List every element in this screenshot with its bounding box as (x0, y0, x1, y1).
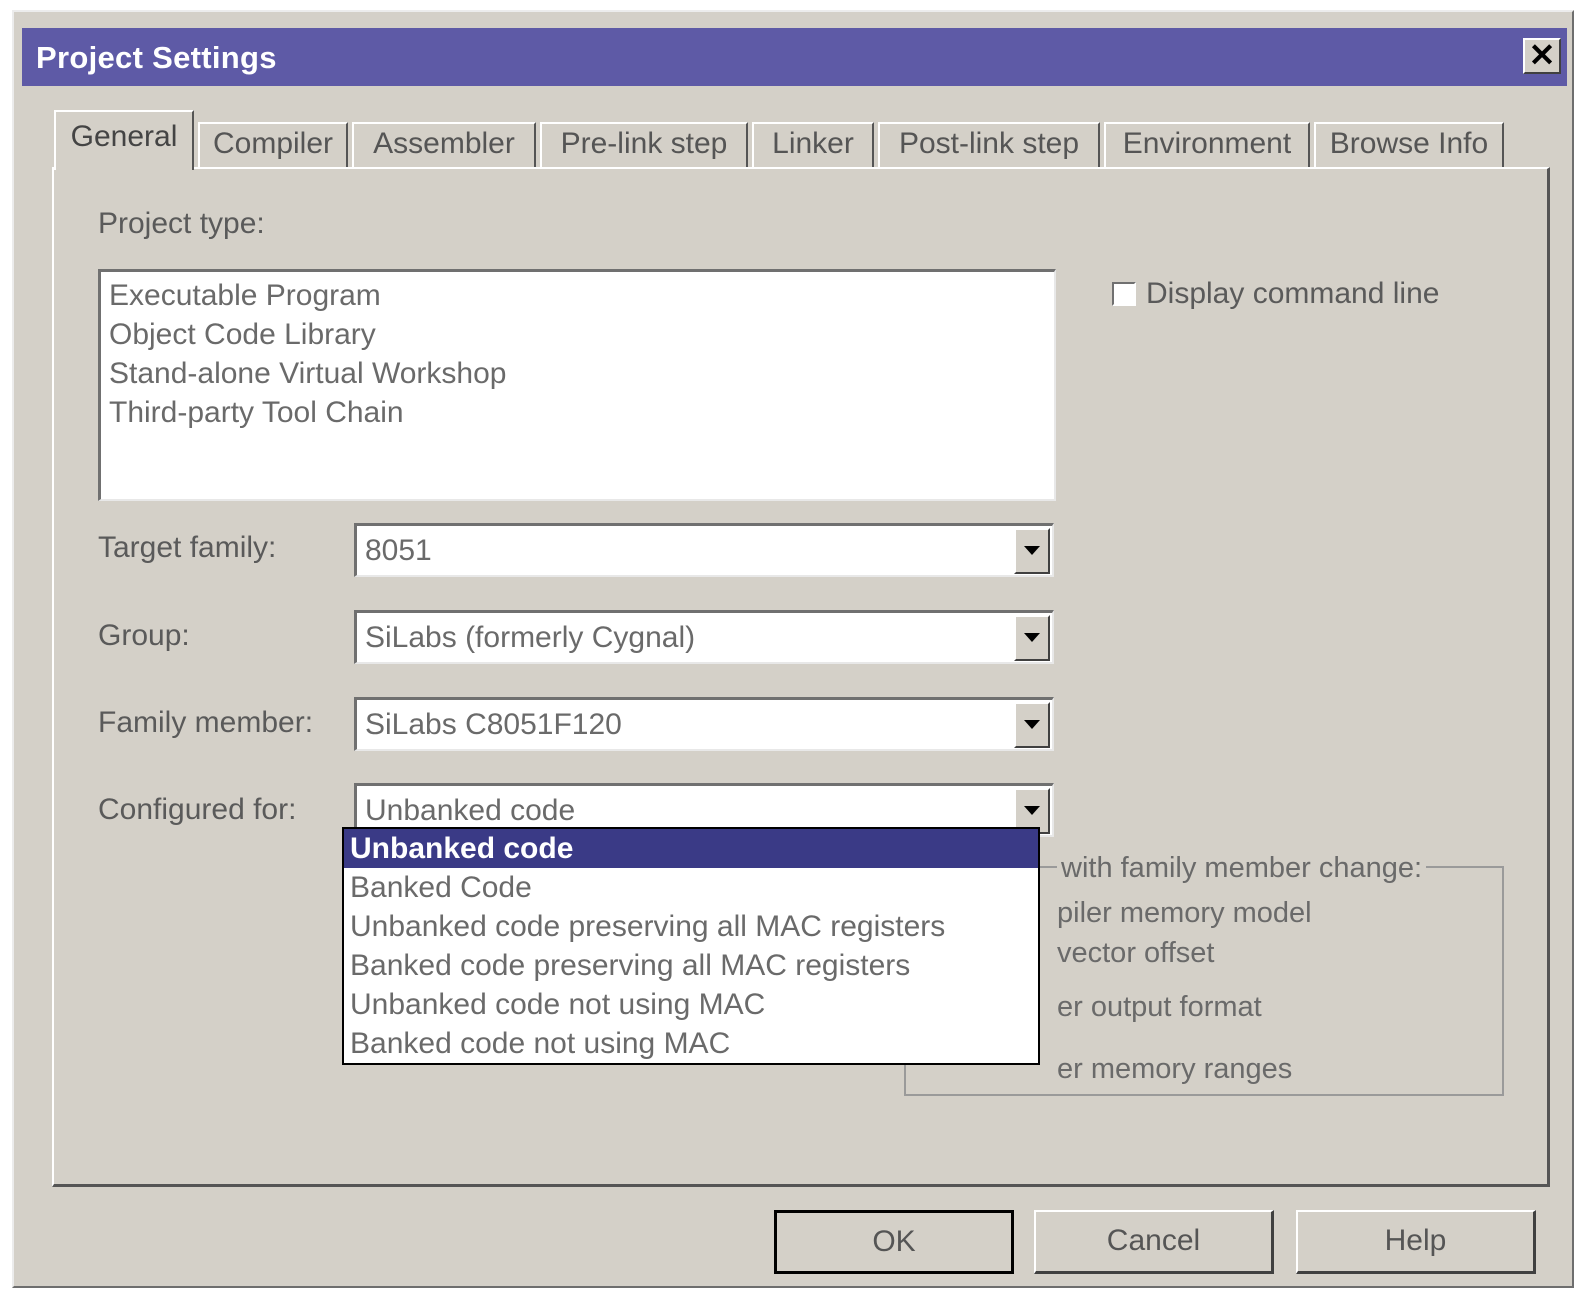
chevron-down-icon (1024, 806, 1040, 815)
list-item[interactable]: Stand-alone Virtual Workshop (109, 354, 1046, 393)
dropdown-option[interactable]: Banked Code (344, 868, 1038, 907)
group-option-output-format[interactable]: er output format (1057, 991, 1262, 1024)
dropdown-option[interactable]: Banked code preserving all MAC registers (344, 946, 1038, 985)
display-command-line-label[interactable]: Display command line (1146, 277, 1439, 311)
close-icon: ✕ (1528, 37, 1556, 73)
cancel-button[interactable]: Cancel (1034, 1210, 1274, 1274)
project-type-label: Project type: (98, 207, 265, 240)
tab-general[interactable]: General (54, 110, 194, 170)
group-option-vector-offset[interactable]: vector offset (1057, 937, 1214, 970)
family-member-value: SiLabs C8051F120 (365, 708, 622, 741)
dropdown-option-selected[interactable]: Unbanked code (344, 829, 1038, 868)
family-member-select[interactable]: SiLabs C8051F120 (354, 697, 1054, 751)
tab-browse-info[interactable]: Browse Info (1314, 122, 1504, 168)
configured-for-value: Unbanked code (365, 794, 576, 827)
configured-for-dropdown-list[interactable]: Unbanked code Banked Code Unbanked code … (342, 827, 1040, 1065)
tab-post-link-step[interactable]: Post-link step (878, 122, 1100, 168)
tab-compiler[interactable]: Compiler (198, 122, 348, 168)
project-type-listbox[interactable]: Executable Program Object Code Library S… (98, 269, 1056, 501)
chevron-down-icon (1024, 546, 1040, 555)
target-family-dropdown-button[interactable] (1014, 528, 1050, 574)
configured-for-label: Configured for: (98, 793, 297, 826)
target-family-value: 8051 (365, 534, 432, 567)
groupbox-title: with family member change: (1057, 852, 1427, 885)
list-item[interactable]: Executable Program (109, 276, 1046, 315)
dropdown-option[interactable]: Unbanked code not using MAC (344, 985, 1038, 1024)
help-button[interactable]: Help (1296, 1210, 1536, 1274)
chevron-down-icon (1024, 720, 1040, 729)
group-label: Group: (98, 619, 190, 652)
title-bar[interactable]: Project Settings ✕ (22, 28, 1567, 86)
tab-pre-link-step[interactable]: Pre-link step (540, 122, 748, 168)
tab-strip: General Compiler Assembler Pre-link step… (54, 108, 1554, 172)
tab-assembler[interactable]: Assembler (352, 122, 536, 168)
tab-linker[interactable]: Linker (752, 122, 874, 168)
family-member-label: Family member: (98, 706, 314, 739)
group-select[interactable]: SiLabs (formerly Cygnal) (354, 610, 1054, 664)
ok-button[interactable]: OK (774, 1210, 1014, 1274)
list-item[interactable]: Third-party Tool Chain (109, 393, 1046, 432)
display-command-line-checkbox[interactable] (1112, 282, 1136, 306)
group-value: SiLabs (formerly Cygnal) (365, 621, 696, 654)
group-dropdown-button[interactable] (1014, 615, 1050, 661)
target-family-select[interactable]: 8051 (354, 523, 1054, 577)
project-settings-dialog: Project Settings ✕ General Compiler Asse… (12, 10, 1574, 1288)
list-item[interactable]: Object Code Library (109, 315, 1046, 354)
dropdown-option[interactable]: Unbanked code preserving all MAC registe… (344, 907, 1038, 946)
family-member-dropdown-button[interactable] (1014, 702, 1050, 748)
chevron-down-icon (1024, 633, 1040, 642)
group-option-memory-ranges[interactable]: er memory ranges (1057, 1053, 1292, 1086)
dropdown-option[interactable]: Banked code not using MAC (344, 1024, 1038, 1063)
target-family-label: Target family: (98, 531, 277, 564)
group-option-compiler-memory-model[interactable]: piler memory model (1057, 897, 1312, 930)
close-button[interactable]: ✕ (1523, 38, 1561, 74)
window-title: Project Settings (36, 40, 277, 75)
tab-environment[interactable]: Environment (1104, 122, 1310, 168)
